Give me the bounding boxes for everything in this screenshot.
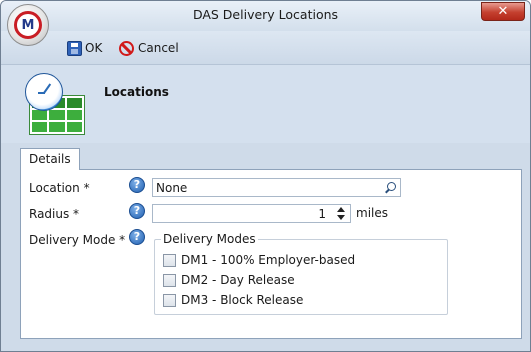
page-title: Locations: [104, 85, 169, 99]
radius-help-icon[interactable]: ?: [129, 203, 145, 219]
locations-icon: [25, 73, 87, 139]
dm1-label: DM1 - 100% Employer-based: [181, 253, 356, 267]
location-value: None: [156, 181, 188, 195]
chevron-up-icon[interactable]: [334, 206, 348, 213]
dm3-label: DM3 - Block Release: [181, 293, 304, 307]
chevron-down-icon[interactable]: [334, 214, 348, 221]
toolbar: OK Cancel: [1, 31, 530, 65]
dm2-label: DM2 - Day Release: [181, 273, 295, 287]
ok-button[interactable]: OK: [67, 39, 102, 57]
close-button[interactable]: ✕: [481, 2, 525, 21]
app-logo-icon[interactable]: M: [7, 4, 49, 46]
delivery-mode-option[interactable]: DM2 - Day Release: [163, 272, 295, 288]
page-header: Locations: [1, 65, 530, 143]
cancel-label: Cancel: [138, 41, 179, 55]
location-field[interactable]: None: [152, 178, 401, 197]
details-panel: Location * ? None Radius * ? 1 miles Del…: [20, 169, 522, 339]
clock-icon: [25, 73, 63, 111]
cancel-button[interactable]: Cancel: [119, 39, 179, 57]
radius-value: 1: [318, 207, 326, 221]
delivery-mode-label: Delivery Mode *: [29, 233, 126, 247]
title-bar[interactable]: DAS Delivery Locations ✕: [1, 1, 530, 31]
location-help-icon[interactable]: ?: [129, 177, 145, 193]
delivery-mode-option[interactable]: DM3 - Block Release: [163, 292, 303, 308]
radius-stepper[interactable]: 1: [152, 204, 351, 223]
logo-ring: M: [14, 11, 42, 39]
save-disk-icon: [67, 40, 82, 56]
cancel-icon: [119, 40, 134, 56]
ok-label: OK: [85, 41, 103, 55]
window-title: DAS Delivery Locations: [192, 7, 339, 22]
dm1-checkbox[interactable]: [163, 253, 176, 267]
delivery-modes-group: Delivery Modes DM1 - 100% Employer-based…: [154, 232, 448, 315]
radius-unit: miles: [356, 206, 388, 220]
dm3-checkbox[interactable]: [163, 293, 176, 307]
delivery-mode-help-icon[interactable]: ?: [129, 229, 145, 245]
search-icon[interactable]: [385, 182, 396, 193]
radius-label: Radius *: [29, 207, 80, 221]
tab-details[interactable]: Details: [20, 148, 80, 170]
delivery-mode-option[interactable]: DM1 - 100% Employer-based: [163, 252, 355, 268]
logo-letter: M: [21, 18, 35, 33]
location-label: Location *: [29, 181, 90, 195]
radius-spinner[interactable]: [334, 206, 348, 221]
dialog-window: DAS Delivery Locations ✕ M OK Cancel Loc…: [0, 0, 531, 352]
dm2-checkbox[interactable]: [163, 273, 176, 287]
delivery-modes-title: Delivery Modes: [161, 232, 258, 246]
